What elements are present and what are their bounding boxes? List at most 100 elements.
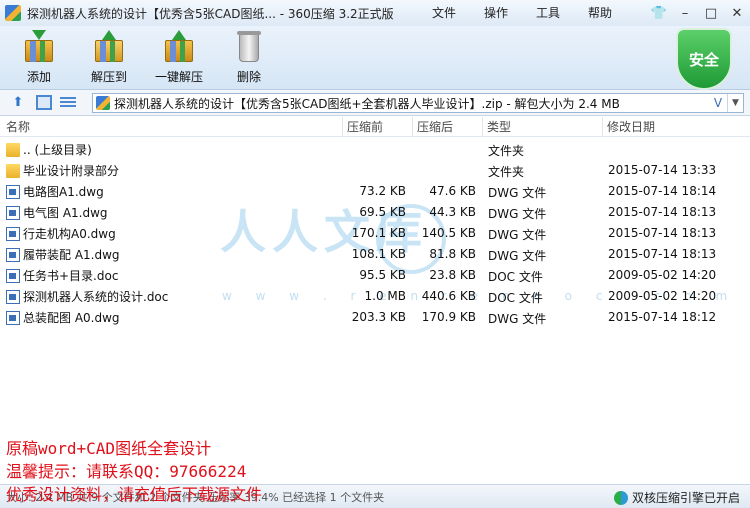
file-name: 电气图 A1.dwg	[23, 206, 108, 220]
skin-icon[interactable]: 👕	[646, 0, 672, 26]
promo-line-1: 原稿word+CAD图纸全套设计	[6, 439, 212, 458]
column-name[interactable]: 名称	[2, 117, 30, 137]
file-icon	[6, 268, 20, 283]
archive-icon	[96, 96, 110, 110]
file-name-cell: 总装配图 A0.dwg	[6, 309, 120, 326]
size-after: 140.5 KB	[421, 226, 476, 240]
path-field[interactable]: 探测机器人系统的设计【优秀含5张CAD图纸+全套机器人毕业设计】.zip - 解…	[92, 93, 744, 113]
file-name-cell: 毕业设计附录部分	[6, 162, 119, 179]
list-view-icon[interactable]	[60, 95, 76, 110]
window-controls: 👕 – □ ✕	[646, 0, 750, 26]
trash-icon	[232, 30, 266, 64]
dual-core-status[interactable]: 双核压缩引擎已开启	[613, 489, 740, 506]
modified-date: 2015-07-14 18:13	[608, 226, 717, 240]
window-title: 探测机器人系统的设计【优秀含5张CAD图纸... - 360压缩 3.2正式版	[27, 6, 394, 21]
minimize-icon[interactable]: –	[672, 0, 698, 26]
file-name-cell: 电路图A1.dwg	[6, 183, 104, 200]
promo-line-2: 温馨提示：请联系QQ：97666224	[6, 462, 247, 481]
size-before: 95.5 KB	[359, 268, 406, 282]
file-name: 总装配图 A0.dwg	[23, 311, 120, 325]
size-after: 47.6 KB	[429, 184, 476, 198]
file-icon	[6, 226, 20, 241]
file-row[interactable]: 毕业设计附录部分 文件夹 2015-07-14 13:33	[0, 160, 750, 181]
file-type: DWG 文件	[488, 312, 547, 326]
menu-tools[interactable]: 工具	[522, 0, 574, 26]
size-after: 170.9 KB	[421, 310, 476, 324]
file-icon	[6, 289, 20, 304]
file-name-cell: 电气图 A1.dwg	[6, 204, 108, 221]
file-type: 文件夹	[488, 144, 525, 158]
security-label: 安全	[688, 50, 719, 69]
add-button[interactable]: 添加	[8, 28, 70, 88]
modified-date: 2015-07-14 18:12	[608, 310, 717, 324]
extract-to-button[interactable]: 解压到	[78, 28, 140, 88]
file-name: 探测机器人系统的设计.doc	[23, 290, 169, 304]
file-row[interactable]: 总装配图 A0.dwg 203.3 KB 170.9 KB DWG 文件 2015-07…	[0, 307, 750, 328]
column-modified[interactable]: 修改日期	[602, 117, 655, 137]
dual-core-label: 双核压缩引擎已开启	[631, 491, 740, 505]
modified-date: 2015-07-14 18:13	[608, 247, 717, 261]
file-type: DWG 文件	[488, 228, 547, 242]
file-row[interactable]: 任务书+目录.doc 95.5 KB 23.8 KB DOC 文件 2009-05-02…	[0, 265, 750, 286]
menu-help[interactable]: 帮助	[574, 0, 626, 26]
column-type[interactable]: 类型	[482, 117, 511, 137]
maximize-icon[interactable]: □	[698, 0, 724, 26]
address-bar: ⬆ 探测机器人系统的设计【优秀含5张CAD图纸+全套机器人毕业设计】.zip -…	[0, 90, 750, 116]
file-row[interactable]: .. (上级目录) 文件夹	[0, 139, 750, 160]
file-name-cell: .. (上级目录)	[6, 141, 92, 158]
file-name: 履带装配 A1.dwg	[23, 248, 120, 262]
menu-file[interactable]: 文件	[418, 0, 470, 26]
size-before: 203.3 KB	[351, 310, 406, 324]
size-before: 1.0 MB	[364, 289, 406, 303]
file-row[interactable]: 探测机器人系统的设计.doc 1.0 MB 440.6 KB DOC 文件 2009-0…	[0, 286, 750, 307]
column-compressed-before[interactable]: 压缩前	[342, 117, 383, 137]
up-level-icon[interactable]: ⬆	[10, 95, 26, 110]
column-compressed-after[interactable]: 压缩后	[412, 117, 453, 137]
one-click-extract-button[interactable]: 一键解压	[148, 28, 210, 88]
file-row[interactable]: 电气图 A1.dwg 69.5 KB 44.3 KB DWG 文件 2015-07-14…	[0, 202, 750, 223]
file-name: .. (上级目录)	[23, 143, 92, 157]
file-row[interactable]: 履带装配 A1.dwg 108.1 KB 81.8 KB DWG 文件 2015-07-…	[0, 244, 750, 265]
chevron-down-icon[interactable]: ▼	[727, 94, 743, 112]
app-icon	[5, 5, 21, 21]
delete-button[interactable]: 删除	[218, 28, 280, 88]
menu-operate[interactable]: 操作	[470, 0, 522, 26]
size-before: 73.2 KB	[359, 184, 406, 198]
security-shield-icon[interactable]: 安全	[676, 28, 732, 90]
add-archive-icon	[22, 30, 56, 64]
thumbnail-view-icon[interactable]	[36, 95, 52, 110]
delete-label: 删除	[236, 70, 261, 84]
extract-icon	[92, 30, 126, 64]
size-before: 69.5 KB	[359, 205, 406, 219]
size-before: 108.1 KB	[351, 247, 406, 261]
file-name: 电路图A1.dwg	[23, 185, 104, 199]
file-list-header: 名称 压缩前 压缩后 类型 修改日期	[0, 117, 750, 137]
file-name-cell: 探测机器人系统的设计.doc	[6, 288, 168, 305]
file-type: DWG 文件	[488, 207, 547, 221]
modified-date: 2009-05-02 14:20	[608, 268, 717, 282]
file-name-cell: 任务书+目录.doc	[6, 267, 118, 284]
modified-date: 2009-05-02 14:20	[608, 289, 717, 303]
file-type: DWG 文件	[488, 249, 547, 263]
extract-to-label: 解压到	[90, 70, 127, 84]
one-click-extract-label: 一键解压	[154, 70, 203, 84]
v-icon[interactable]: V	[709, 96, 727, 110]
file-row[interactable]: 行走机构A0.dwg 170.1 KB 140.5 KB DWG 文件 2015-07-…	[0, 223, 750, 244]
file-name: 毕业设计附录部分	[23, 164, 120, 178]
size-after: 440.6 KB	[421, 289, 476, 303]
modified-date: 2015-07-14 18:13	[608, 205, 717, 219]
title-bar: 探测机器人系统的设计【优秀含5张CAD图纸... - 360压缩 3.2正式版	[0, 0, 750, 26]
file-name: 任务书+目录.doc	[23, 269, 119, 283]
folder-icon	[6, 163, 20, 178]
size-after: 81.8 KB	[429, 247, 476, 261]
toolbar: 添加 解压到 一键解压 删除	[0, 26, 750, 90]
file-icon	[6, 247, 20, 262]
close-icon[interactable]: ✕	[724, 0, 750, 26]
file-name-cell: 履带装配 A1.dwg	[6, 246, 120, 263]
file-icon	[6, 184, 20, 199]
size-before: 170.1 KB	[351, 226, 406, 240]
file-row[interactable]: 电路图A1.dwg 73.2 KB 47.6 KB DWG 文件 2015-07-14 …	[0, 181, 750, 202]
menu-bar: 文件 操作 工具 帮助	[418, 0, 626, 26]
file-type: DOC 文件	[488, 270, 543, 284]
add-label: 添加	[26, 70, 51, 84]
